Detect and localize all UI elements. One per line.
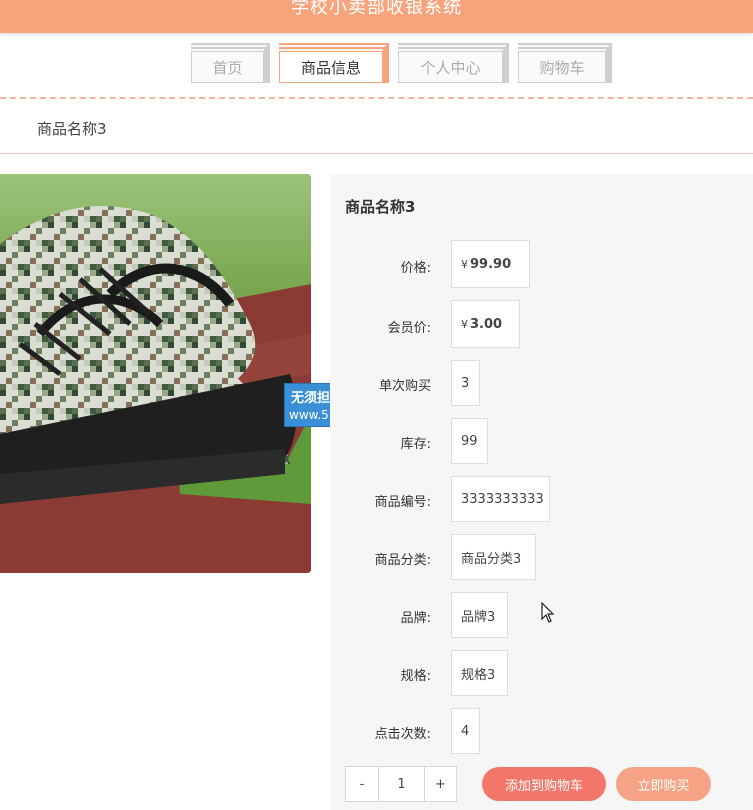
product-name: 商品名称3 <box>345 198 416 216</box>
member-price-number: 3.00 <box>470 316 503 332</box>
category-label: 商品分类: <box>374 553 431 568</box>
quantity-stepper: - 1 + <box>345 766 457 802</box>
spec-value: 规格3 <box>451 650 508 696</box>
price-number: 99.90 <box>470 256 512 272</box>
quantity-minus-button[interactable]: - <box>345 766 379 802</box>
click-count-label: 点击次数: <box>374 727 431 742</box>
nav-divider <box>0 97 753 99</box>
buy-now-button[interactable]: 立即购买 <box>616 767 711 801</box>
app-title: 学校小卖部收银系统 <box>291 0 462 18</box>
camouflage-shoes-image <box>0 174 311 573</box>
brand-label: 品牌: <box>400 611 431 626</box>
member-price-label: 会员价: <box>387 321 431 336</box>
brand-value: 品牌3 <box>451 592 508 638</box>
product-photo-svg <box>0 174 311 573</box>
stock-value: 99 <box>451 418 488 464</box>
click-count-value: 4 <box>451 708 480 754</box>
purchase-limit-value: 3 <box>451 360 480 406</box>
currency-symbol: ¥ <box>461 257 468 271</box>
price-label: 价格: <box>400 261 431 276</box>
tab-personal-center-label: 个人中心 <box>398 51 503 83</box>
product-code-label: 商品编号: <box>374 495 431 510</box>
add-to-cart-button[interactable]: 添加到购物车 <box>482 767 606 801</box>
member-price-value: ¥ 3.00 <box>451 300 520 348</box>
tab-home-label: 首页 <box>191 51 264 83</box>
top-nav: 首页 商品信息 个人中心 购物车 <box>0 43 753 87</box>
purchase-limit-label: 单次购买 <box>378 379 431 394</box>
tab-cart-label: 购物车 <box>518 51 606 83</box>
quantity-input[interactable]: 1 <box>378 766 425 802</box>
category-value: 商品分类3 <box>451 534 536 580</box>
tab-personal-center[interactable]: 个人中心 <box>398 43 509 83</box>
price-value: ¥ 99.90 <box>451 240 530 288</box>
tab-product-info-label: 商品信息 <box>279 51 383 83</box>
member-currency-symbol: ¥ <box>461 317 468 331</box>
tab-home[interactable]: 首页 <box>191 43 270 83</box>
header-bar: 学校小卖部收银系统 <box>0 0 753 33</box>
product-detail-panel: 商品名称3 价格: ¥ 99.90 会员价: ¥ 3.00 单次购买 3 库存:… <box>330 174 753 810</box>
mouse-cursor-icon <box>541 602 555 623</box>
breadcrumb: 商品名称3 <box>37 120 107 138</box>
spec-label: 规格: <box>400 669 431 684</box>
tab-cart[interactable]: 购物车 <box>518 43 612 83</box>
product-code-value: 3333333333 <box>451 476 550 522</box>
stock-label: 库存: <box>400 437 431 452</box>
quantity-plus-button[interactable]: + <box>424 766 457 802</box>
breadcrumb-divider <box>0 153 753 154</box>
tab-product-info[interactable]: 商品信息 <box>279 43 389 83</box>
